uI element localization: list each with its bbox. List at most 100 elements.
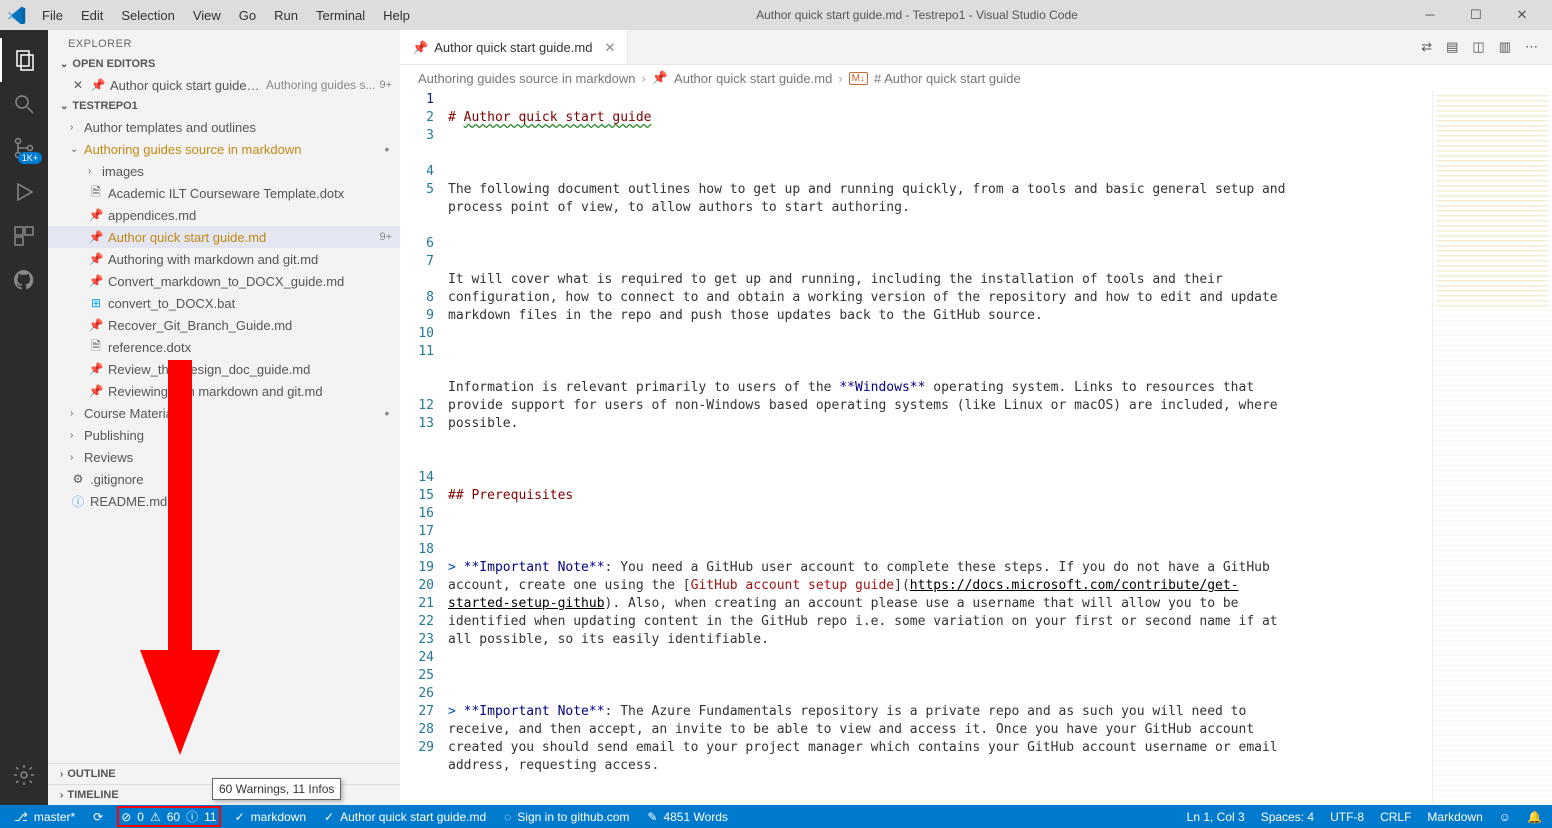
more-actions-icon[interactable]: ⋯ [1525, 39, 1538, 55]
file-recover-git-branch[interactable]: 📌Recover_Git_Branch_Guide.md [48, 314, 400, 336]
explorer-sidebar: EXPLORER ⌄OPEN EDITORS ✕ 📌 Author quick … [48, 30, 400, 805]
close-icon[interactable]: ✕ [604, 40, 615, 56]
activity-settings[interactable] [0, 753, 48, 797]
breadcrumbs[interactable]: Authoring guides source in markdown› 📌 A… [400, 65, 1552, 91]
code-editor[interactable]: # Author quick start guide The following… [448, 91, 1432, 805]
close-button[interactable]: ✕ [1508, 7, 1536, 23]
folder-images[interactable]: ›images [48, 160, 400, 182]
menu-selection[interactable]: Selection [113, 4, 182, 27]
github-icon: ◌ [504, 810, 511, 824]
vscode-logo-icon [8, 6, 26, 24]
line-gutter: 123 45 67 891011 1213 141516171819202122… [400, 91, 448, 805]
status-word-count[interactable]: ✎4851 Words [643, 810, 732, 824]
pencil-icon: ✎ [647, 810, 657, 824]
activity-search[interactable] [0, 82, 48, 126]
maximize-button[interactable]: ☐ [1462, 7, 1490, 23]
status-indentation[interactable]: Spaces: 4 [1261, 810, 1314, 824]
status-cursor-position[interactable]: Ln 1, Col 3 [1187, 810, 1245, 824]
menu-view[interactable]: View [185, 4, 229, 27]
breadcrumb-folder[interactable]: Authoring guides source in markdown [418, 71, 636, 86]
status-problems[interactable]: ⊘0 ⚠60 ⓘ11 [117, 806, 220, 827]
menu-edit[interactable]: Edit [73, 4, 111, 27]
status-language-mode[interactable]: Markdown [1427, 810, 1482, 824]
status-eol[interactable]: CRLF [1380, 810, 1411, 824]
windows-icon: ⊞ [88, 296, 104, 310]
close-icon[interactable]: ✕ [70, 78, 86, 92]
file-readme[interactable]: ⓘREADME.md [48, 490, 400, 512]
file-academic-dotx[interactable]: 🗎Academic ILT Courseware Template.dotx [48, 182, 400, 204]
titlebar: FileEditSelectionViewGoRunTerminalHelp A… [0, 0, 1552, 30]
notifications-icon[interactable]: 🔔 [1527, 810, 1542, 824]
file-appendices[interactable]: 📌appendices.md [48, 204, 400, 226]
sync-icon: ⟳ [93, 810, 103, 824]
file-convert-bat[interactable]: ⊞convert_to_DOCX.bat [48, 292, 400, 314]
minimize-button[interactable]: ─ [1416, 7, 1444, 23]
activity-run-debug[interactable] [0, 170, 48, 214]
pin-icon: 📌 [88, 384, 104, 398]
activity-github[interactable] [0, 258, 48, 302]
pin-icon: 📌 [88, 252, 104, 266]
open-editors-header[interactable]: ⌄OPEN EDITORS [48, 54, 400, 74]
tab-label: Author quick start guide.md [434, 40, 592, 55]
folder-course-materials[interactable]: ›Course Materials• [48, 402, 400, 424]
minimap[interactable] [1432, 91, 1552, 805]
split-editor-icon[interactable]: ◫ [1472, 39, 1484, 55]
breadcrumb-symbol[interactable]: # Author quick start guide [874, 71, 1021, 86]
file-gitignore[interactable]: ⚙.gitignore [48, 468, 400, 490]
status-github-signin[interactable]: ◌Sign in to github.com [500, 810, 633, 824]
menu-run[interactable]: Run [266, 4, 306, 27]
folder-publishing[interactable]: ›Publishing [48, 424, 400, 446]
status-encoding[interactable]: UTF-8 [1330, 810, 1364, 824]
pin-icon: 📌 [652, 70, 668, 86]
folder-authoring-guides[interactable]: ⌄Authoring guides source in markdown• [48, 138, 400, 160]
feedback-icon[interactable]: ☺ [1499, 810, 1511, 824]
activity-explorer[interactable] [0, 38, 48, 82]
info-icon: ⓘ [70, 493, 86, 510]
menu-file[interactable]: File [34, 4, 71, 27]
menu-go[interactable]: Go [231, 4, 264, 27]
file-convert-markdown-docx[interactable]: 📌Convert_markdown_to_DOCX_guide.md [48, 270, 400, 292]
menu-terminal[interactable]: Terminal [308, 4, 373, 27]
pin-icon: 📌 [88, 318, 104, 332]
status-sync[interactable]: ⟳ [89, 810, 107, 824]
problems-tooltip: 60 Warnings, 11 Infos [212, 778, 341, 800]
error-icon: ⊘ [121, 810, 131, 824]
compare-changes-icon[interactable]: ⇄ [1421, 39, 1432, 55]
pin-icon: 📌 [412, 40, 428, 56]
menu-bar: FileEditSelectionViewGoRunTerminalHelp [34, 4, 418, 27]
activity-bar: 1K+ [0, 30, 48, 805]
tab-bar: 📌 Author quick start guide.md ✕ ⇄ ▤ ◫ ▥ … [400, 30, 1552, 65]
activity-source-control[interactable]: 1K+ [0, 126, 48, 170]
warning-icon: ⚠ [150, 810, 161, 824]
repo-header[interactable]: ⌄TESTREPO1 [48, 96, 400, 116]
gear-icon: ⚙ [70, 472, 86, 486]
pin-icon: 📌 [90, 78, 106, 92]
file-author-quick-start[interactable]: 📌Author quick start guide.md9+ [48, 226, 400, 248]
menu-help[interactable]: Help [375, 4, 418, 27]
file-authoring-markdown-git[interactable]: 📌Authoring with markdown and git.md [48, 248, 400, 270]
folder-reviews[interactable]: ›Reviews [48, 446, 400, 468]
markdown-icon: M↓ [849, 72, 868, 85]
status-bar: ⎇master* ⟳ ⊘0 ⚠60 ⓘ11 ✓markdown ✓Author … [0, 805, 1552, 828]
pin-icon: 📌 [88, 274, 104, 288]
tab-author-quick-start[interactable]: 📌 Author quick start guide.md ✕ [400, 30, 628, 64]
status-active-file[interactable]: ✓Author quick start guide.md [320, 810, 490, 824]
branch-icon: ⎇ [14, 810, 28, 824]
pin-icon: 📌 [88, 362, 104, 376]
file-review-design-doc[interactable]: 📌Review_the_design_doc_guide.md [48, 358, 400, 380]
open-preview-icon[interactable]: ▤ [1446, 39, 1458, 55]
status-branch[interactable]: ⎇master* [10, 810, 79, 824]
window-title: Author quick start guide.md - Testrepo1 … [418, 8, 1416, 22]
activity-extensions[interactable] [0, 214, 48, 258]
open-editor-item[interactable]: ✕ 📌 Author quick start guide.md Authorin… [48, 74, 400, 96]
folder-author-templates[interactable]: ›Author templates and outlines [48, 116, 400, 138]
pin-icon: 📌 [88, 208, 104, 222]
scm-badge: 1K+ [18, 152, 42, 164]
file-reviewing-markdown-git[interactable]: 📌Reviewing with markdown and git.md [48, 380, 400, 402]
pin-icon: 📌 [88, 230, 104, 244]
status-md-tool[interactable]: ✓markdown [231, 810, 310, 824]
toggle-layout-icon[interactable]: ▥ [1499, 39, 1511, 55]
file-reference-dotx[interactable]: 🗎reference.dotx [48, 336, 400, 358]
file-icon: 🗎 [88, 183, 104, 204]
breadcrumb-file[interactable]: Author quick start guide.md [674, 71, 832, 86]
